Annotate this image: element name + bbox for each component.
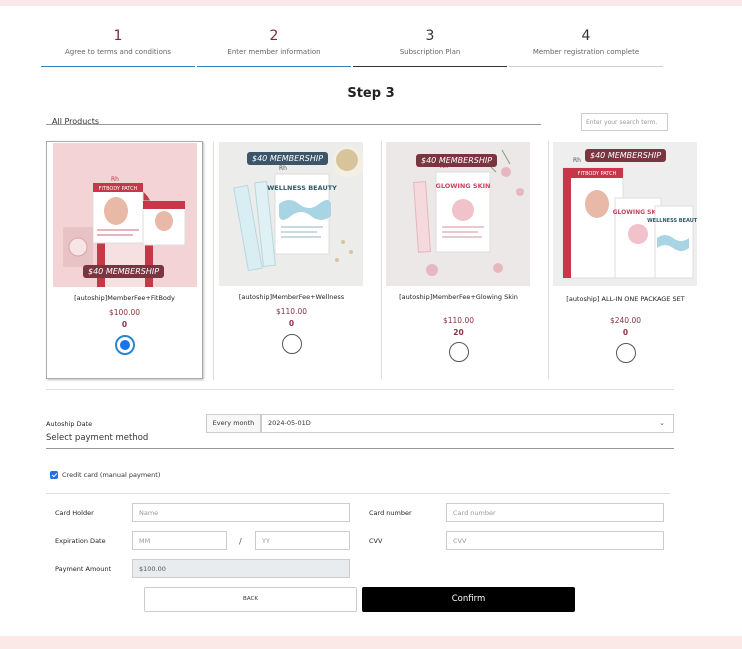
product-card[interactable]: WELLNESS BEAUTY Rh $40 MEMBERSHIP [autos…	[213, 141, 382, 379]
card-holder-input[interactable]	[132, 503, 350, 522]
product-quantity: 0	[622, 328, 629, 337]
step-bar	[197, 66, 351, 67]
cvv-label: CVV	[369, 537, 383, 545]
back-button[interactable]: BACK	[144, 587, 357, 612]
product-select-radio[interactable]	[615, 343, 636, 363]
autoship-date-label: Autoship Date	[46, 420, 93, 428]
bottom-band	[0, 636, 742, 649]
product-card[interactable]: GLOWING SKIN Rh $40 MEMBERSHIP [autoship…	[380, 141, 549, 379]
product-quantity: 0	[288, 319, 295, 328]
products-category-header: All Products	[46, 109, 541, 126]
selected-date: 2024-05-01D	[268, 419, 311, 427]
product-name: [autoship] ALL-IN ONE PACKAGE SET	[566, 295, 685, 303]
membership-badge: $40 MEMBERSHIP	[83, 265, 165, 278]
product-name: [autoship]MemberFee+Wellness	[238, 293, 345, 301]
step-label: Agree to terms and conditions	[65, 48, 171, 56]
date-separator: /	[239, 537, 242, 546]
product-name: [autoship]MemberFee+FitBody	[74, 294, 175, 302]
product-price: $110.00	[442, 316, 474, 325]
top-band	[0, 0, 742, 6]
brand-mark: Rh	[573, 157, 581, 164]
credit-card-option[interactable]: Credit card (manual payment)	[50, 471, 160, 479]
product-name: [autoship]MemberFee+Glowing Skin	[399, 293, 518, 301]
product-image: GLOWING SKIN Rh $40 MEMBERSHIP	[386, 142, 530, 286]
box-title: GLOWING SKIN	[436, 182, 491, 190]
product-card[interactable]: FITBODY PATCH Rh $40 MEMBERSHIP [autoshi…	[46, 141, 214, 380]
section-divider	[46, 389, 674, 390]
product-select-radio[interactable]	[281, 334, 302, 354]
step-label: Enter member information	[227, 48, 321, 56]
brand-mark: Rh	[279, 165, 287, 172]
step-3: 3 Subscription Plan	[352, 28, 508, 68]
step-number: 2	[269, 28, 279, 44]
product-select-radio[interactable]	[448, 342, 469, 362]
confirm-button[interactable]: Confirm	[362, 587, 575, 612]
cvv-input[interactable]	[446, 531, 664, 550]
checkbox-checked-icon[interactable]	[50, 471, 58, 479]
expiration-date-label: Expiration Date	[55, 537, 106, 545]
box-title: WELLNESS BEAUTY	[267, 184, 337, 192]
expiration-year-input[interactable]	[255, 531, 350, 550]
category-label: All Products	[52, 117, 100, 126]
product-search-input[interactable]	[581, 113, 668, 131]
membership-badge: $40 MEMBERSHIP	[416, 154, 498, 167]
card-number-input[interactable]	[446, 503, 664, 522]
payment-amount-label: Payment Amount	[55, 565, 112, 573]
box-title: WELLNESS BEAUTY	[647, 218, 697, 224]
step-number: 4	[581, 28, 591, 44]
payment-divider	[46, 493, 670, 494]
autoship-date-select[interactable]: 2024-05-01D ⌄	[261, 414, 674, 433]
box-title: FITBODY PATCH	[99, 186, 138, 192]
product-image: FITBODY PATCH GLOWING SKIN WELLNESS BEAU…	[553, 142, 697, 286]
autoship-frequency: Every month	[206, 414, 261, 433]
step-number: 1	[113, 28, 123, 44]
card-number-label: Card number	[369, 509, 412, 517]
product-select-radio[interactable]	[114, 335, 135, 355]
card-holder-label: Card Holder	[55, 509, 94, 517]
product-image: WELLNESS BEAUTY Rh $40 MEMBERSHIP	[219, 142, 363, 286]
product-quantity: 0	[121, 320, 128, 329]
step-1: 1 Agree to terms and conditions	[40, 28, 196, 68]
step-2: 2 Enter member information	[196, 28, 352, 68]
membership-badge: $40 MEMBERSHIP	[247, 152, 329, 165]
product-card[interactable]: FITBODY PATCH GLOWING SKIN WELLNESS BEAU…	[547, 141, 704, 379]
payment-method-title: Select payment method	[46, 433, 674, 449]
product-price: $100.00	[108, 308, 140, 317]
step-bar	[509, 66, 663, 67]
progress-stepper: 1 Agree to terms and conditions 2 Enter …	[40, 28, 664, 68]
step-bar	[353, 66, 507, 67]
step-bar	[41, 66, 195, 67]
page-title: Step 3	[347, 86, 395, 101]
step-4: 4 Member registration complete	[508, 28, 664, 68]
chevron-down-icon: ⌄	[659, 419, 665, 427]
product-image: FITBODY PATCH Rh $40 MEMBERSHIP	[53, 143, 197, 287]
step-number: 3	[425, 28, 435, 44]
payment-amount-field	[132, 559, 350, 578]
membership-badge: $40 MEMBERSHIP	[585, 149, 667, 162]
product-grid: FITBODY PATCH Rh $40 MEMBERSHIP [autoshi…	[46, 141, 698, 380]
product-price: $110.00	[275, 307, 307, 316]
payment-method-label: Credit card (manual payment)	[62, 471, 161, 479]
brand-mark: Rh	[111, 176, 119, 183]
expiration-month-input[interactable]	[132, 531, 227, 550]
step-label: Subscription Plan	[399, 48, 461, 56]
step-label: Member registration complete	[532, 48, 640, 56]
product-price: $240.00	[609, 316, 641, 325]
box-title: FITBODY PATCH	[578, 171, 617, 177]
product-quantity: 20	[453, 328, 464, 337]
